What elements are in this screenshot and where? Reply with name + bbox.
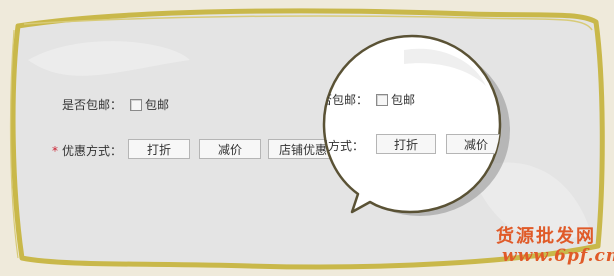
zoom-free-shipping-option-label[interactable]: 包邮 bbox=[391, 91, 415, 108]
watermark-url: www.6pf.cn bbox=[502, 246, 614, 266]
zoom-discount-button-percent[interactable]: 打折 bbox=[376, 134, 436, 154]
watermark-logo-text: 货源批发网 bbox=[496, 226, 596, 247]
zoom-free-shipping-checkbox[interactable] bbox=[376, 93, 389, 106]
zoom-free-shipping-row: 否包邮： 包邮 bbox=[324, 91, 415, 108]
